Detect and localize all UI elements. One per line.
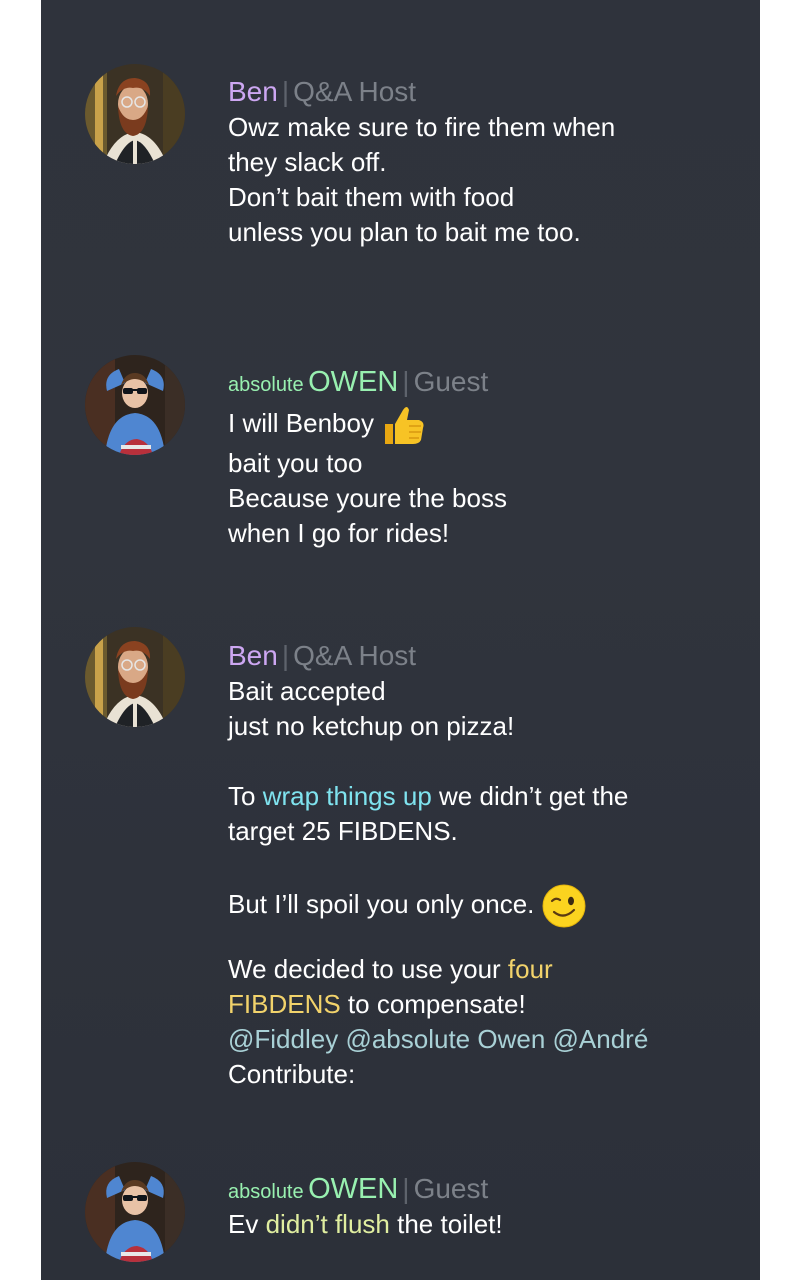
message-header: absolute OWEN | Guest — [228, 1171, 740, 1207]
separator: | — [281, 76, 290, 107]
message-line: they slack off. — [228, 147, 387, 177]
separator: | — [281, 640, 290, 671]
author-role: Guest — [413, 366, 489, 397]
message-line: Owz make sure to fire them when — [228, 112, 616, 142]
message-header: Ben | Q&A Host — [228, 638, 740, 674]
message-line: just no ketchup on pizza! — [228, 711, 515, 741]
highlight-text: FIBDENS — [228, 989, 341, 1019]
message-text: We decided to use your — [228, 954, 508, 984]
message-line: FIBDENS to compensate! — [228, 987, 740, 1022]
separator: | — [402, 1173, 410, 1204]
bearded-man-avatar-icon — [85, 64, 185, 164]
message-text: I will Benboy — [228, 408, 374, 438]
mention-link[interactable]: @Fiddley — [228, 1024, 338, 1054]
author-role: Q&A Host — [293, 76, 417, 107]
author-role: Guest — [413, 1173, 489, 1204]
author-name[interactable]: OWEN — [308, 1173, 398, 1205]
chat-panel: Ben | Q&A Host Owz make sure to fire them … — [41, 0, 760, 1280]
message-text: But I’ll spoil you only once. — [228, 888, 535, 919]
message-line: I will Benboy — [228, 400, 740, 446]
message-line: when I go for rides! — [228, 518, 450, 548]
author-role: Q&A Host — [293, 640, 417, 671]
author-name[interactable]: Ben — [228, 640, 278, 671]
message-line: Because youre the boss — [228, 483, 507, 513]
message-line: But I’ll spoil you only once. — [228, 884, 740, 928]
message-line: unless you plan to bait me too. — [228, 217, 581, 247]
message-line: Bait accepted — [228, 676, 386, 706]
winking-face-icon — [542, 884, 586, 928]
avatar[interactable] — [85, 1162, 185, 1262]
message-line: Don’t bait them with food — [228, 182, 515, 212]
mention-link[interactable]: @absolute Owen — [345, 1024, 545, 1054]
mentions-line: @Fiddley @absolute Owen @André — [228, 1022, 740, 1057]
mention-link[interactable]: @André — [553, 1024, 649, 1054]
separator: | — [402, 366, 410, 397]
message-header: absolute OWEN | Guest — [228, 364, 740, 400]
message-text: To — [228, 781, 263, 811]
message-header: Ben | Q&A Host — [228, 74, 740, 110]
message-line: To wrap things up we didn’t get the — [228, 779, 740, 814]
message-line: target 25 FIBDENS. — [228, 816, 458, 846]
message-line: bait you too — [228, 448, 363, 478]
thumbs-up-icon — [385, 407, 424, 445]
message-line: Contribute: — [228, 1059, 356, 1089]
author-name[interactable]: Ben — [228, 76, 278, 107]
message-text: the toilet! — [389, 1209, 503, 1239]
avatar[interactable] — [85, 355, 185, 455]
highlight-text: four — [507, 954, 553, 984]
bearded-man-avatar-icon — [85, 627, 185, 727]
author-prefix[interactable]: absolute — [228, 374, 304, 396]
message-text: to compensate! — [340, 989, 526, 1019]
message-line: We decided to use your four — [228, 952, 740, 987]
highlight-text: wrap things up — [262, 781, 432, 811]
message-line: Ev didn’t flush the toilet! — [228, 1207, 740, 1242]
avatar[interactable] — [85, 64, 185, 164]
avatar[interactable] — [85, 627, 185, 727]
sunglasses-kid-avatar-icon — [85, 355, 185, 455]
highlight-text: didn’t flush — [265, 1209, 390, 1239]
author-prefix[interactable]: absolute — [228, 1181, 304, 1203]
message-text: Ev — [228, 1209, 266, 1239]
sunglasses-kid-avatar-icon — [85, 1162, 185, 1262]
author-name[interactable]: OWEN — [308, 366, 398, 398]
message-text: we didn’t get the — [431, 781, 629, 811]
